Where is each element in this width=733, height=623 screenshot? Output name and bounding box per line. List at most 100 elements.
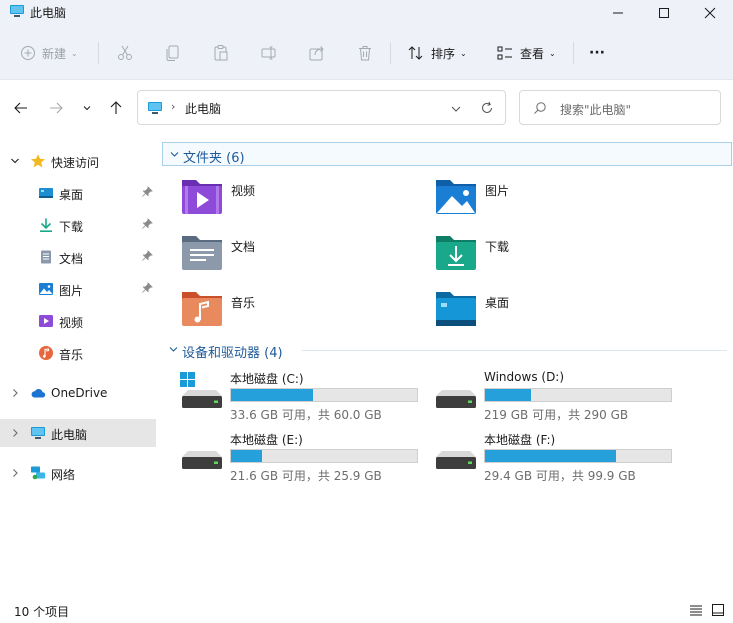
up-button[interactable] <box>106 98 126 118</box>
sidebar-item-onedrive[interactable]: OneDrive <box>0 379 156 407</box>
folder-item-music[interactable]: 音乐 <box>180 288 430 332</box>
pin-icon[interactable] <box>141 250 153 262</box>
drives-group-title: 设备和驱动器 (4) <box>182 346 283 361</box>
address-bar[interactable]: › 此电脑 <box>137 90 506 125</box>
drive-usage-bar <box>484 388 672 402</box>
pin-icon[interactable] <box>141 186 153 198</box>
folder-name: 音乐 <box>231 296 256 310</box>
desktop-icon <box>39 188 53 198</box>
folder-item-documents[interactable]: 文档 <box>180 232 430 276</box>
chevron-down-icon <box>83 106 91 111</box>
drive-icon <box>436 451 476 469</box>
sidebar-item-downloads[interactable]: 下载 <box>0 211 156 239</box>
folder-name: 文档 <box>231 240 256 254</box>
chevron-down-icon[interactable] <box>450 103 462 115</box>
sidebar-item-label: 网络 <box>51 468 76 482</box>
cut-button[interactable] <box>116 39 134 67</box>
chevron-down-icon: ⌄ <box>71 48 78 58</box>
drive-icon <box>436 390 476 408</box>
sidebar-item-label: OneDrive <box>51 386 108 400</box>
desktop-folder-icon <box>436 292 476 326</box>
folder-name: 桌面 <box>485 296 510 310</box>
pin-icon[interactable] <box>141 218 153 230</box>
pictures-folder-icon <box>436 180 476 214</box>
sidebar-item-network[interactable]: 网络 <box>0 459 156 487</box>
chevron-right-icon <box>13 389 18 397</box>
divider <box>390 42 391 64</box>
download-icon <box>40 218 52 232</box>
minimize-button[interactable] <box>595 0 641 26</box>
drive-free-space: 219 GB 可用，共 290 GB <box>484 408 629 422</box>
sort-button[interactable]: 排序 ⌄ <box>407 39 467 67</box>
sidebar-item-pictures[interactable]: 图片 <box>0 275 156 303</box>
sidebar-item-documents[interactable]: 文档 <box>0 243 156 271</box>
navigation-pane: 快速访问 桌面 下载 文档 图片 视频 音乐 OneDrive 此电脑 网络 <box>0 136 158 596</box>
pin-icon[interactable] <box>141 282 153 294</box>
document-icon <box>41 250 51 264</box>
sidebar-item-label: 图片 <box>59 284 84 298</box>
folder-item-desktop[interactable]: 桌面 <box>434 288 684 332</box>
folder-item-pictures[interactable]: 图片 <box>434 176 684 220</box>
folders-group-title: 文件夹 (6) <box>183 151 245 166</box>
this-pc-icon <box>148 102 162 114</box>
sidebar-item-this-pc[interactable]: 此电脑 <box>0 419 156 447</box>
back-button[interactable] <box>11 98 31 118</box>
sidebar-item-quick-access[interactable]: 快速访问 <box>0 147 156 175</box>
plus-circle-icon <box>21 46 35 60</box>
copy-button[interactable] <box>164 39 182 67</box>
forward-button[interactable] <box>46 98 66 118</box>
paste-button[interactable] <box>212 39 230 67</box>
drive-name: 本地磁盘 (F:) <box>484 433 556 447</box>
drive-free-space: 21.6 GB 可用，共 25.9 GB <box>230 469 382 483</box>
sidebar-item-videos[interactable]: 视频 <box>0 307 156 335</box>
window-title: 此电脑 <box>30 6 67 20</box>
sort-icon <box>408 46 423 60</box>
drive-item-d[interactable]: Windows (D:) 219 GB 可用，共 290 GB <box>434 370 684 428</box>
folder-name: 视频 <box>231 184 256 198</box>
this-pc-icon <box>31 427 45 439</box>
music-icon <box>39 346 53 360</box>
folders-group-header[interactable]: 文件夹 (6) <box>162 142 732 166</box>
drive-item-e[interactable]: 本地磁盘 (E:) 21.6 GB 可用，共 25.9 GB <box>180 431 430 489</box>
folder-name: 下载 <box>485 240 510 254</box>
folder-item-downloads[interactable]: 下载 <box>434 232 684 276</box>
share-icon <box>309 46 324 61</box>
new-button[interactable]: 新建 ⌄ <box>20 39 78 67</box>
item-count: 10 个项目 <box>14 605 70 619</box>
search-box[interactable]: 搜索"此电脑" <box>519 90 721 125</box>
drive-usage-bar <box>484 449 672 463</box>
large-icons-view-icon[interactable] <box>711 603 725 617</box>
close-icon <box>704 7 716 19</box>
rename-button[interactable] <box>260 39 278 67</box>
maximize-button[interactable] <box>641 0 687 26</box>
share-button[interactable] <box>308 39 326 67</box>
recent-locations-button[interactable] <box>77 98 97 118</box>
content-pane: 文件夹 (6) 视频 图片 文档 下载 音乐 桌面 设备和驱动器 (4) 本地磁… <box>160 136 733 596</box>
breadcrumb-this-pc[interactable]: 此电脑 <box>185 100 221 117</box>
drive-usage-fill <box>485 389 531 401</box>
drive-item-f[interactable]: 本地磁盘 (F:) 29.4 GB 可用，共 99.9 GB <box>434 431 684 489</box>
sidebar-item-desktop[interactable]: 桌面 <box>0 179 156 207</box>
drives-group-header[interactable]: 设备和驱动器 (4) <box>162 338 732 362</box>
folder-item-videos[interactable]: 视频 <box>180 176 430 220</box>
arrow-left-icon <box>14 102 27 114</box>
delete-button[interactable] <box>356 39 374 67</box>
more-options-button[interactable]: ··· <box>589 39 605 67</box>
sidebar-item-music[interactable]: 音乐 <box>0 339 156 367</box>
drive-usage-bar <box>230 388 418 402</box>
close-button[interactable] <box>687 0 733 26</box>
minimize-icon <box>613 12 623 14</box>
arrow-right-icon <box>50 102 63 114</box>
drive-name: 本地磁盘 (E:) <box>230 433 303 447</box>
trash-icon <box>359 46 371 61</box>
network-icon <box>31 466 45 480</box>
refresh-icon[interactable] <box>480 101 494 115</box>
address-row: › 此电脑 搜索"此电脑" <box>0 80 733 136</box>
chevron-down-icon: ⌄ <box>549 48 556 58</box>
details-view-icon[interactable] <box>689 603 703 617</box>
view-button[interactable]: 查看 ⌄ <box>496 39 556 67</box>
sidebar-item-label: 视频 <box>59 316 84 330</box>
sidebar-item-label: 快速访问 <box>51 156 100 170</box>
drive-item-c[interactable]: 本地磁盘 (C:) 33.6 GB 可用，共 60.0 GB <box>180 370 430 428</box>
paste-icon <box>214 45 228 61</box>
